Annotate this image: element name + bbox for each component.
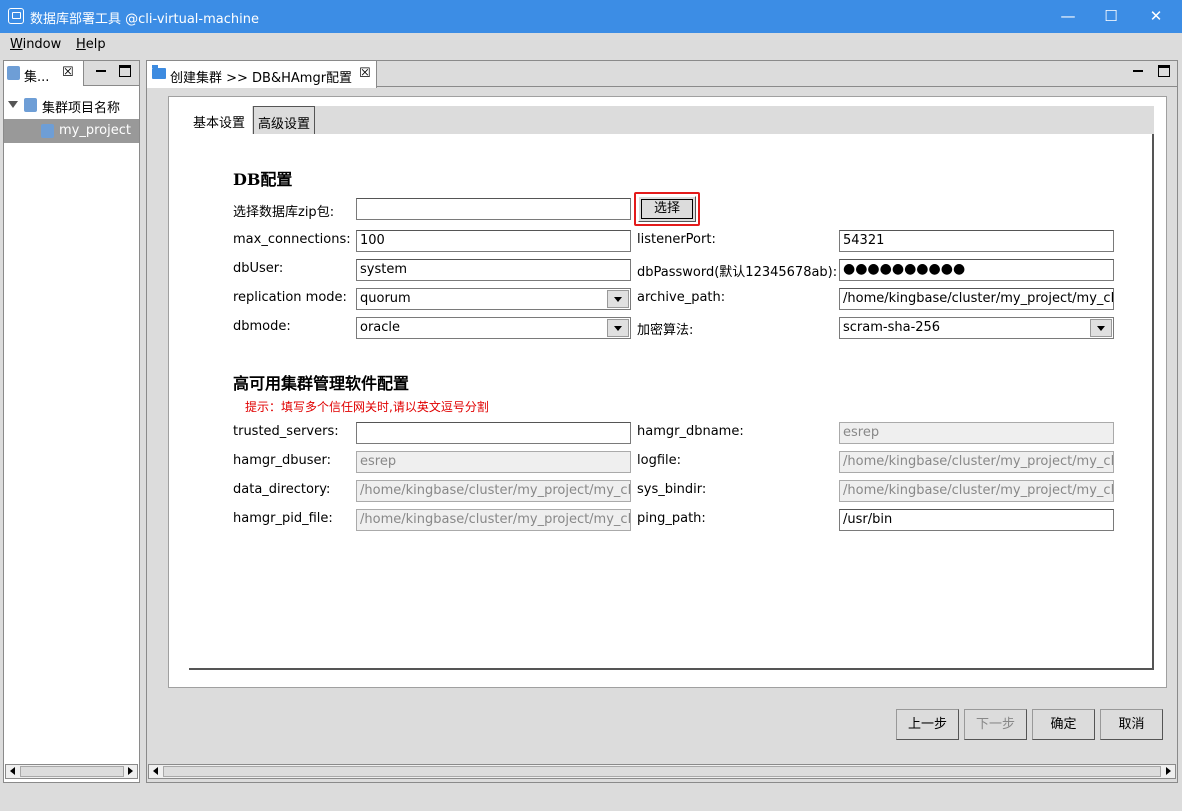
horizontal-scrollbar[interactable] [5,764,138,779]
encryption-label: 加密算法: [637,323,694,338]
cancel-button[interactable]: 取消 [1100,709,1163,740]
dbmode-label: dbmode: [233,319,291,334]
menu-window[interactable]: Window [10,37,61,52]
db-user-input[interactable]: system [356,259,631,281]
scrollbar-thumb[interactable] [20,766,124,777]
editor-panel: 创建集群 >> DB&HAmgr配置 ☒ 基本设置 高级设置 DB配置 选择数据… [146,60,1178,783]
hamgr-pid-file-label: hamgr_pid_file: [233,511,333,526]
sys-bindir-input: /home/kingbase/cluster/my_project/my_cl [839,480,1114,502]
next-button: 下一步 [964,709,1027,740]
maximize-view-icon[interactable] [1158,65,1170,77]
hamgr-dbname-input: esrep [839,422,1114,444]
listener-port-input[interactable]: 54321 [839,230,1114,252]
app-icon [8,8,24,24]
max-connections-input[interactable]: 100 [356,230,631,252]
hamgr-dbuser-input: esrep [356,451,631,473]
select-button-highlight: 选择 [634,192,700,226]
close-tab-icon[interactable]: ☒ [359,66,371,81]
editor-tab[interactable]: 创建集群 >> DB&HAmgr配置 ☒ [147,61,377,88]
replication-mode-value: quorum [360,291,411,306]
folder-icon [152,65,166,79]
editor-tab-label: 创建集群 >> DB&HAmgr配置 [170,71,353,86]
project-explorer-tab-label: 集... [24,70,50,85]
horizontal-scrollbar[interactable] [148,764,1176,779]
minimize-button[interactable]: — [1045,3,1091,30]
data-directory-input: /home/kingbase/cluster/my_project/my_cl [356,480,631,502]
database-icon [24,98,37,112]
tree-item-my-project[interactable]: my_project [4,119,139,143]
ha-section-title: 高可用集群管理软件配置 [233,374,410,393]
scroll-left-arrow-icon[interactable] [10,767,15,775]
data-directory-label: data_directory: [233,482,331,497]
replication-mode-select[interactable]: quorum [356,288,631,310]
settings-tabbar: 基本设置 高级设置 [189,106,1154,134]
hamgr-dbuser-label: hamgr_dbuser: [233,453,331,468]
hamgr-pid-file-input: /home/kingbase/cluster/my_project/my_cl [356,509,631,531]
listener-port-label: listenerPort: [637,232,716,247]
zip-path-input[interactable] [356,198,631,220]
scroll-right-arrow-icon[interactable] [128,767,133,775]
max-connections-label: max_connections: [233,232,351,247]
archive-path-input[interactable]: /home/kingbase/cluster/my_project/my_cl [839,288,1114,310]
maximize-button[interactable]: ☐ [1088,3,1134,30]
hint-text: 提示：填写多个信任网关时,请以英文逗号分割 [245,400,489,414]
encryption-select[interactable]: scram-sha-256 [839,317,1114,339]
chevron-down-icon[interactable] [607,290,629,308]
db-password-input[interactable]: ●●●●●●●●●● [839,259,1114,281]
trusted-servers-input[interactable] [356,422,631,444]
tab-basic-settings[interactable]: 基本设置 [189,106,252,134]
archive-path-label: archive_path: [637,290,726,305]
sys-bindir-label: sys_bindir: [637,482,707,497]
dbmode-value: oracle [360,320,401,335]
select-zip-button[interactable]: 选择 [638,196,696,222]
maximize-view-icon[interactable] [119,65,131,77]
tree-item-label: 集群项目名称 [42,101,121,116]
menu-bar: Window Help [0,33,1182,57]
zip-label: 选择数据库zip包: [233,205,335,220]
scroll-right-arrow-icon[interactable] [1166,767,1171,775]
logfile-input: /home/kingbase/cluster/my_project/my_cl [839,451,1114,473]
close-button[interactable]: ✕ [1133,3,1179,30]
project-explorer-tab[interactable]: 集... ☒ [4,61,84,86]
ping-path-input[interactable]: /usr/bin [839,509,1114,531]
chevron-down-icon[interactable] [607,319,629,337]
tree-item-root[interactable]: 集群项目名称 [4,93,139,117]
window-title: 数据库部署工具 @cli-virtual-machine [30,12,259,27]
close-tab-icon[interactable]: ☒ [62,65,74,80]
wizard-content: 基本设置 高级设置 DB配置 选择数据库zip包: 选择 max_connect… [168,96,1167,688]
hamgr-dbname-label: hamgr_dbname: [637,424,744,439]
tab-advanced-settings[interactable]: 高级设置 [253,106,315,134]
trusted-servers-label: trusted_servers: [233,424,339,439]
project-explorer-tabbar: 集... ☒ [4,61,139,86]
database-icon [7,66,20,80]
scrollbar-thumb[interactable] [163,766,1161,777]
tree-item-label: my_project [59,123,131,138]
expand-arrow-icon[interactable] [8,101,18,108]
chevron-down-icon[interactable] [1090,319,1112,337]
menu-help[interactable]: Help [76,37,106,52]
dbmode-select[interactable]: oracle [356,317,631,339]
encryption-value: scram-sha-256 [843,320,941,335]
scroll-left-arrow-icon[interactable] [153,767,158,775]
ok-button[interactable]: 确定 [1032,709,1095,740]
editor-tabbar: 创建集群 >> DB&HAmgr配置 ☒ [147,61,1177,88]
ping-path-label: ping_path: [637,511,706,526]
replication-mode-label: replication mode: [233,290,347,305]
db-section-title: DB配置 [233,170,293,189]
minimize-view-icon[interactable] [95,65,107,77]
basic-settings-pane: DB配置 选择数据库zip包: 选择 max_connections: 100 … [189,134,1154,670]
logfile-label: logfile: [637,453,681,468]
database-icon [41,124,54,138]
title-bar: 数据库部署工具 @cli-virtual-machine — ☐ ✕ [0,0,1182,33]
db-password-label: dbPassword(默认12345678ab): [637,265,838,280]
minimize-view-icon[interactable] [1132,65,1144,77]
prev-button[interactable]: 上一步 [896,709,959,740]
db-user-label: dbUser: [233,261,284,276]
project-explorer-panel: 集... ☒ 集群项目名称 my_project [3,60,140,783]
